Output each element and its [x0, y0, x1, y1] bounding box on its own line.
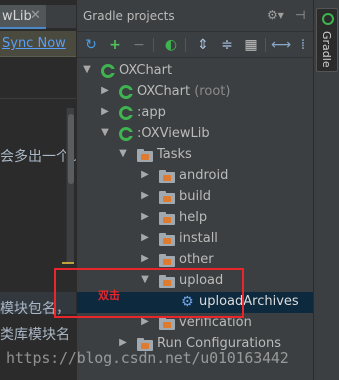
gradle-side-tab[interactable]: Gradle: [316, 8, 338, 72]
chevron-right-icon[interactable]: ▶: [117, 337, 129, 348]
expand-all-icon[interactable]: ⇕: [193, 35, 213, 55]
tree-item-label: android: [179, 168, 229, 183]
divider: [0, 98, 76, 99]
folder-icon: [159, 254, 175, 267]
remove-icon[interactable]: −: [129, 35, 149, 55]
folder-icon: [159, 317, 175, 330]
annotation-label: 双击: [98, 289, 120, 302]
folder-icon: [137, 149, 153, 162]
chevron-right-icon[interactable]: ▶: [139, 169, 151, 180]
tree-item-install[interactable]: ▶ install: [77, 229, 314, 250]
gradle-icon: [119, 127, 133, 141]
toolbar-separator: [185, 38, 186, 52]
group-icon[interactable]: ▦: [241, 35, 261, 55]
pin-icon[interactable]: ⊣: [295, 8, 305, 22]
sync-notification-bar: Sync Now: [0, 31, 76, 57]
tree-item-android[interactable]: ▶ android: [77, 166, 314, 187]
close-icon[interactable]: ✕: [30, 8, 41, 23]
tree-item-label: install: [179, 231, 218, 246]
gradle-projects-panel: Gradle projects ⚙▾ ⊣ ↻ + − ◐ ⇕ ≑ ▦ ⟷ ⁞ ▼…: [76, 0, 314, 380]
gradle-icon: [119, 85, 133, 99]
panel-header: Gradle projects ⚙▾ ⊣: [77, 0, 314, 32]
settings-icon[interactable]: ⁞: [293, 35, 313, 55]
editor-tab[interactable]: wLib ✕: [0, 5, 46, 29]
chevron-down-icon[interactable]: ▼: [117, 148, 129, 159]
editor-text-line: 类库模块名: [0, 327, 70, 343]
toolbar-separator: [265, 38, 266, 52]
annotation-highlight-box: [54, 268, 244, 318]
gear-icon[interactable]: ⚙▾: [267, 8, 284, 22]
toolbar-separator: [153, 38, 154, 52]
tree-item-label: OXChart (root): [137, 84, 230, 99]
root-suffix: (root): [194, 84, 231, 99]
chevron-right-icon[interactable]: ▶: [99, 106, 111, 117]
tree-item-label: Tasks: [157, 147, 192, 162]
folder-icon: [159, 233, 175, 246]
tree-item-help[interactable]: ▶ help: [77, 208, 314, 229]
tree-item-oxchart-root[interactable]: ▶ OXChart (root): [77, 82, 314, 103]
sync-now-link[interactable]: Sync Now: [2, 36, 66, 51]
chevron-right-icon[interactable]: ▶: [139, 211, 151, 222]
gradle-icon: [322, 13, 334, 25]
tree-item-tasks[interactable]: ▼ Tasks: [77, 145, 314, 166]
tree-item-label: OXChart: [119, 63, 173, 78]
right-tool-strip: Gradle: [313, 0, 339, 380]
chevron-right-icon[interactable]: ▶: [139, 232, 151, 243]
folder-icon: [159, 191, 175, 204]
editor-area: wLib ✕ Sync Now 会多出一个u 模块包名， 类库模块名: [0, 0, 76, 380]
chevron-right-icon[interactable]: ▶: [139, 190, 151, 201]
scrollbar-thumb[interactable]: [68, 114, 74, 184]
tree-item-label: build: [179, 189, 211, 204]
editor-scrollbar[interactable]: [66, 108, 74, 264]
add-icon[interactable]: +: [105, 35, 125, 55]
tree-item-label: other: [179, 252, 214, 267]
refresh-icon[interactable]: ↻: [81, 35, 101, 55]
folder-icon: [159, 212, 175, 225]
collapse-all-icon[interactable]: ≑: [217, 35, 237, 55]
gradle-icon: [119, 106, 133, 120]
editor-tab-label: wLib: [2, 9, 32, 24]
editor-marker: [62, 262, 74, 264]
editor-tabstrip: [46, 5, 76, 29]
tree-item-oxchart[interactable]: ▼ OXChart: [77, 61, 314, 82]
watermark: https://blog.csdn.net/u010163442: [6, 349, 289, 367]
gradle-tree: ▼ OXChart ▶ OXChart (root) ▶ :app ▼ :OXV…: [77, 58, 314, 380]
toggle-offline-icon[interactable]: ⟷: [271, 35, 291, 55]
chevron-right-icon[interactable]: ▶: [99, 85, 111, 96]
panel-title: Gradle projects: [83, 9, 175, 23]
tree-item-label-text: OXChart: [137, 84, 191, 99]
gradle-side-tab-label: Gradle: [320, 31, 333, 68]
tree-item-build[interactable]: ▶ build: [77, 187, 314, 208]
tree-item-label: help: [179, 210, 208, 225]
tree-item-app[interactable]: ▶ :app: [77, 103, 314, 124]
editor-text-line: 会多出一个u: [0, 149, 76, 165]
tree-item-label: :app: [137, 105, 166, 120]
gradle-icon: [101, 64, 115, 78]
folder-icon: [159, 170, 175, 183]
tree-item-oxviewlib[interactable]: ▼ :OXViewLib: [77, 124, 314, 145]
gradle-run-icon[interactable]: ◐: [161, 35, 181, 55]
tree-item-label: :OXViewLib: [137, 126, 210, 141]
chevron-down-icon[interactable]: ▼: [99, 127, 111, 138]
chevron-right-icon[interactable]: ▶: [139, 253, 151, 264]
chevron-down-icon[interactable]: ▼: [81, 64, 93, 75]
gradle-toolbar: ↻ + − ◐ ⇕ ≑ ▦ ⟷ ⁞: [77, 32, 314, 58]
